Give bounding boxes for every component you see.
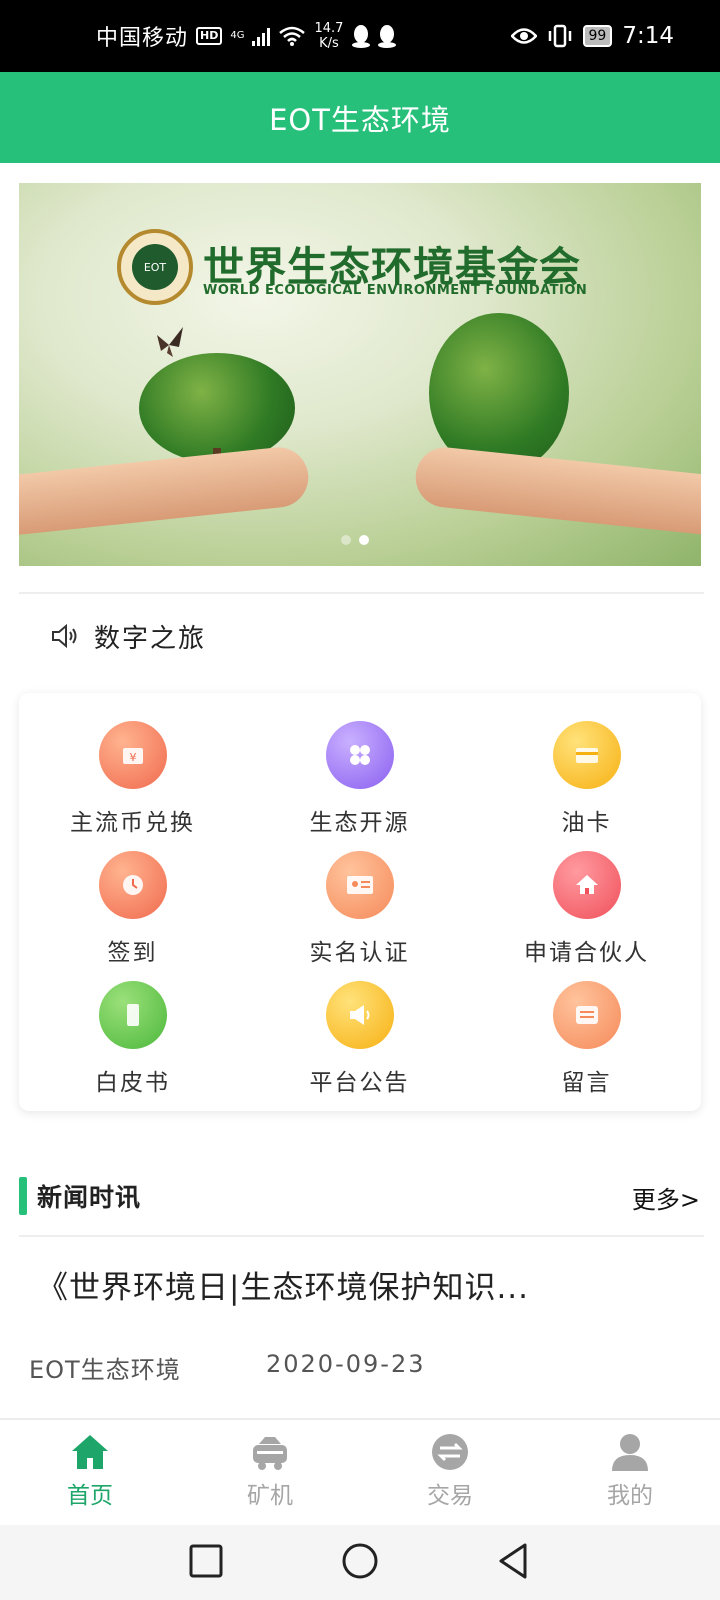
wifi-icon [278, 25, 306, 47]
clover-icon [325, 721, 394, 789]
tab-trade[interactable]: 交易 [390, 1432, 510, 1510]
grid-label: 白皮书 [95, 1070, 170, 1096]
grid-item-whitepaper[interactable]: 白皮书 [19, 981, 246, 1097]
grid-item-fuel-card[interactable]: 油卡 [473, 721, 700, 837]
tab-miner[interactable]: 矿机 [210, 1432, 330, 1510]
grid-item-apply-partner[interactable]: 申请合伙人 [473, 851, 700, 967]
status-bar: 中国移动 HD 4G 14.7 K/s 99 7:14 [0, 0, 720, 72]
news-item-source: EOT生态环境 [29, 1356, 181, 1384]
recent-apps-icon[interactable] [183, 1538, 229, 1584]
notice-bar[interactable]: 数字之旅 [50, 616, 206, 656]
network-speed: 14.7 K/s [314, 21, 343, 51]
signal-icon [252, 26, 271, 46]
network-type: 4G [230, 30, 245, 41]
speed-value: 14.7 [314, 21, 344, 36]
divider [19, 1235, 704, 1237]
exchange-icon: ¥ [98, 721, 167, 789]
grid-item-eco-open-source[interactable]: 生态开源 [246, 721, 473, 837]
butterfly-icon [157, 327, 183, 357]
user-icon [612, 1434, 648, 1471]
page-title: EOT生态环境 [269, 102, 451, 137]
grid-label: 签到 [107, 940, 158, 966]
banner-subtitle: WORLD ECOLOGICAL ENVIRONMENT FOUNDATION [203, 283, 588, 298]
feature-grid: ¥ 主流币兑换 生态开源 油卡 签到 实名认证 申请合伙人 白皮书 平台公告 留… [19, 693, 701, 1111]
news-section-title: 新闻时讯 [37, 1183, 142, 1212]
clock: 7:14 [622, 23, 674, 49]
clock-icon [98, 851, 167, 919]
grid-item-announcement[interactable]: 平台公告 [246, 981, 473, 1097]
tab-home[interactable]: 首页 [30, 1432, 150, 1510]
tab-label: 矿机 [247, 1483, 293, 1509]
grid-label: 平台公告 [309, 1070, 410, 1096]
vibrate-icon [547, 24, 573, 48]
card-icon [552, 721, 621, 789]
tab-label: 我的 [607, 1483, 653, 1509]
hand-left [19, 444, 312, 538]
section-accent-bar [19, 1177, 27, 1215]
home-circle-icon[interactable] [337, 1538, 383, 1584]
speed-unit: K/s [319, 36, 339, 51]
banner-carousel[interactable]: EOT 世界生态环境基金会 WORLD ECOLOGICAL ENVIRONME… [19, 183, 701, 566]
tab-label: 交易 [427, 1483, 473, 1509]
notice-text: 数字之旅 [94, 623, 207, 654]
logo-text: EOT [132, 244, 178, 290]
carousel-dot-2[interactable] [359, 535, 369, 545]
home-icon [552, 851, 621, 919]
system-nav-bar [0, 1525, 720, 1600]
id-card-icon [325, 851, 394, 919]
app-header: EOT生态环境 [0, 72, 720, 163]
news-more-link[interactable]: 更多> [632, 1180, 700, 1215]
megaphone-icon [325, 981, 394, 1049]
grid-item-verification[interactable]: 实名认证 [246, 851, 473, 967]
tree-left [139, 353, 295, 463]
speaker-icon [52, 623, 77, 649]
tab-label: 首页 [67, 1483, 113, 1509]
foundation-logo: EOT [117, 229, 193, 305]
hd-badge: HD [196, 27, 223, 45]
grid-label: 主流币兑换 [70, 810, 195, 836]
grid-label: 申请合伙人 [524, 940, 649, 966]
grid-item-message[interactable]: 留言 [473, 981, 700, 1097]
grid-item-exchange[interactable]: ¥ 主流币兑换 [19, 721, 246, 837]
svg-text:¥: ¥ [129, 751, 136, 764]
carrier-name: 中国移动 [96, 26, 189, 51]
battery-indicator: 99 [582, 25, 613, 47]
phone-icon [98, 981, 167, 1049]
grid-label: 留言 [561, 1070, 612, 1096]
grid-label: 油卡 [561, 810, 612, 836]
news-item-title[interactable]: 《世界环境日|生态环境保护知识... [37, 1262, 677, 1307]
grid-label: 实名认证 [309, 940, 410, 966]
miner-icon [253, 1437, 287, 1470]
divider [19, 592, 704, 594]
carousel-dot-1[interactable] [341, 535, 351, 545]
tab-mine[interactable]: 我的 [570, 1432, 690, 1510]
eye-icon [510, 27, 537, 45]
news-item-date: 2020-09-23 [266, 1350, 426, 1378]
qq-icon [351, 24, 397, 48]
hand-right [412, 444, 701, 538]
message-icon [552, 981, 621, 1049]
swap-icon [432, 1434, 468, 1470]
back-icon[interactable] [491, 1538, 537, 1584]
home-icon [72, 1435, 108, 1469]
bottom-tab-bar: 首页 矿机 交易 我的 [0, 1418, 720, 1525]
grid-label: 生态开源 [309, 810, 410, 836]
grid-item-check-in[interactable]: 签到 [19, 851, 246, 967]
